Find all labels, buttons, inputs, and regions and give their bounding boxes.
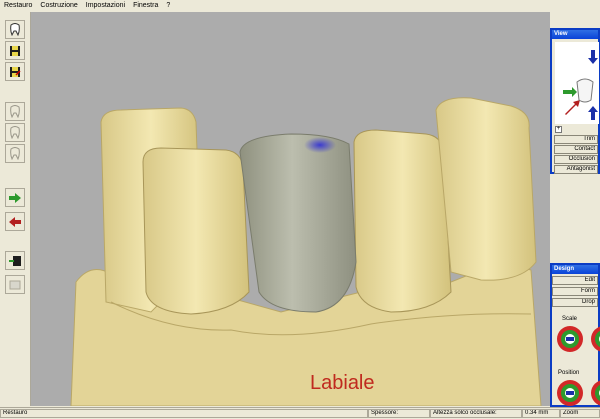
position-control-2[interactable] bbox=[590, 379, 600, 407]
menu-finestra[interactable]: Finestra bbox=[129, 0, 162, 11]
occlusion-button[interactable]: Occlusion bbox=[554, 155, 598, 164]
scale-control-2[interactable] bbox=[590, 325, 600, 353]
save-icon bbox=[10, 45, 20, 56]
view-panel: View + Trim Contact Occlusion Antagonist bbox=[550, 28, 600, 174]
menu-help[interactable]: ? bbox=[162, 0, 174, 11]
position-dial-icon bbox=[557, 380, 583, 406]
menu-bar: Restauro Costruzione Impostazioni Finest… bbox=[0, 0, 600, 11]
view-arrows bbox=[563, 50, 598, 120]
arrow-down-icon bbox=[588, 50, 598, 64]
status-spessore: Spessore: bbox=[368, 409, 430, 418]
menu-impostazioni[interactable]: Impostazioni bbox=[82, 0, 129, 11]
arrow-right-icon bbox=[9, 192, 21, 203]
position-control[interactable] bbox=[556, 379, 584, 407]
tooth-outline-icon bbox=[10, 147, 20, 160]
position-label: Position bbox=[558, 370, 580, 376]
save-as-button[interactable] bbox=[5, 62, 25, 81]
report-button[interactable] bbox=[5, 275, 25, 294]
contact-button[interactable]: Contact bbox=[554, 145, 598, 154]
report-icon bbox=[9, 280, 21, 289]
view-orientation-widget[interactable] bbox=[555, 42, 599, 124]
form-button[interactable]: Form bbox=[552, 287, 598, 296]
export-button[interactable] bbox=[5, 251, 25, 270]
scale-dial-icon bbox=[591, 326, 600, 352]
view-panel-title: View bbox=[552, 30, 598, 39]
status-bar: Restauro Spessore: Altezza solco occlusa… bbox=[0, 407, 600, 419]
arrow-right-icon bbox=[563, 87, 577, 97]
status-altezza-label: Altezza solco occlusale: bbox=[430, 409, 522, 418]
view-expand-icon[interactable]: + bbox=[555, 126, 562, 133]
menu-restauro[interactable]: Restauro bbox=[0, 0, 36, 11]
antagonist-button[interactable]: Antagonist bbox=[554, 165, 598, 174]
tooth-3d-icon bbox=[576, 78, 594, 103]
drop-button[interactable]: Drop bbox=[552, 298, 598, 307]
position-dial-icon bbox=[591, 380, 600, 406]
back-button[interactable] bbox=[5, 212, 25, 231]
design-panel: Design Edit Form Drop Scale Position bbox=[550, 263, 600, 407]
tooth-select-button[interactable] bbox=[5, 20, 25, 39]
dental-model-render bbox=[70, 97, 542, 406]
tooth-view-button-1[interactable] bbox=[5, 102, 25, 121]
scale-control[interactable] bbox=[556, 325, 584, 353]
arrow-up-icon bbox=[588, 106, 598, 120]
scale-dial-icon bbox=[557, 326, 583, 352]
tooth-outline-icon bbox=[10, 126, 20, 139]
scale-label: Scale bbox=[562, 316, 578, 322]
view-direction-label: Labiale bbox=[310, 372, 375, 394]
tooth-view-button-2[interactable] bbox=[5, 123, 25, 142]
3d-viewport[interactable]: Labiale bbox=[31, 12, 550, 406]
design-panel-title: Design bbox=[552, 265, 598, 274]
status-altezza-value: 0.34 mm bbox=[522, 409, 560, 418]
left-toolbar bbox=[0, 12, 31, 406]
arrow-left-icon bbox=[9, 216, 21, 227]
status-mode: Restauro bbox=[0, 409, 368, 418]
tooth-outline-icon bbox=[10, 105, 20, 118]
status-zoom: Zoom bbox=[560, 409, 600, 418]
tooth-view-button-3[interactable] bbox=[5, 144, 25, 163]
tooth-icon bbox=[10, 23, 20, 36]
save-button[interactable] bbox=[5, 41, 25, 60]
edit-button[interactable]: Edit bbox=[552, 276, 598, 285]
export-icon bbox=[9, 255, 21, 266]
trim-button[interactable]: Trim bbox=[554, 135, 598, 144]
menu-costruzione[interactable]: Costruzione bbox=[36, 0, 81, 11]
arrow-diagonal-icon bbox=[565, 100, 580, 115]
save-as-icon bbox=[10, 66, 21, 77]
next-button[interactable] bbox=[5, 188, 25, 207]
